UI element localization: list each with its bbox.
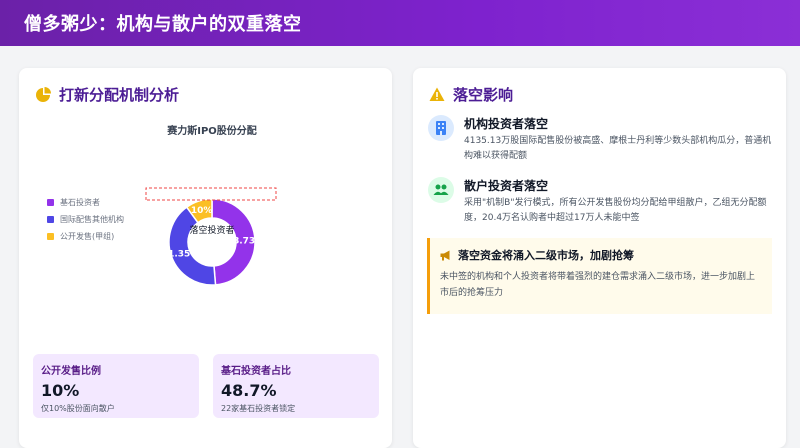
megaphone-icon [440, 250, 450, 260]
donut-data-label-2: 10% [191, 206, 213, 216]
stat-cornerstone: 基石投资者占比 48.7% 22家基石投资者锁定 [213, 354, 379, 418]
donut-data-label-1: 41.35% [162, 250, 200, 260]
warning-icon [429, 87, 445, 101]
impact-item-text: 采用"机制B"发行模式，所有公开发售股份均分配给甲组散户，乙组无分配额度，20.… [464, 198, 767, 223]
impact-card-title: 落空影响 [429, 84, 513, 105]
impact-item-institutional: 机构投资者落空 4135.13万股国际配售股份被高盛、摩根士丹利等少数头部机构瓜… [428, 115, 778, 164]
legend-item[interactable]: 公开发售(甲组) [47, 228, 124, 245]
building-icon [428, 115, 454, 141]
impact-item-text: 4135.13万股国际配售股份被高盛、摩根士丹利等少数头部机构瓜分，普通机构难以… [464, 136, 772, 161]
impact-card: 落空影响 机构投资者落空 4135.13万股国际配售股份被高盛、摩根士丹利等少数… [413, 68, 786, 448]
stat-label: 公开发售比例 [41, 366, 101, 377]
impact-card-title-text: 落空影响 [453, 86, 514, 104]
impact-item-title: 机构投资者落空 [464, 117, 549, 131]
impact-item-retail: 散户投资者落空 采用"机制B"发行模式，所有公开发售股份均分配给甲组散户，乙组无… [428, 177, 778, 226]
stat-public-offering: 公开发售比例 10% 仅10%股份面向散户 [33, 354, 199, 418]
stat-label: 基石投资者占比 [221, 366, 291, 377]
users-icon [428, 177, 454, 203]
page-title: 僧多粥少：机构与散户的双重落空 [24, 14, 302, 35]
impact-item-title: 散户投资者落空 [464, 179, 549, 193]
alert-title: 落空资金将涌入二级市场，加剧抢筹 [440, 247, 762, 263]
legend-item[interactable]: 国际配售其他机构 [47, 211, 124, 228]
page-header: 僧多粥少：机构与散户的双重落空 [0, 0, 800, 46]
allocation-card-title: 打新分配机制分析 [35, 84, 179, 105]
donut-center-label: 落空投资者 [189, 224, 234, 236]
alert-text: 未中签的机构和个人投资者将带着强烈的建仓需求涌入二级市场，进一步加剧上市后的抢筹… [440, 272, 756, 298]
stat-value: 48.7% [221, 381, 277, 400]
donut-data-label-0: 48.73% [227, 237, 265, 247]
stat-desc: 22家基石投资者锁定 [221, 404, 296, 413]
stat-value: 10% [41, 381, 80, 400]
stat-desc: 仅10%股份面向散户 [41, 404, 115, 413]
legend-label: 公开发售(甲组) [60, 232, 115, 241]
callout-bracket [145, 187, 277, 201]
pie-chart-icon [36, 86, 51, 102]
legend-swatch [47, 199, 54, 206]
legend-item[interactable]: 基石投资者 [47, 194, 124, 211]
impact-alert: 落空资金将涌入二级市场，加剧抢筹 未中签的机构和个人投资者将带着强烈的建仓需求涌… [427, 238, 772, 314]
legend-label: 基石投资者 [60, 198, 100, 207]
alert-title-text: 落空资金将涌入二级市场，加剧抢筹 [458, 249, 634, 262]
legend-swatch [47, 233, 54, 240]
allocation-card: 打新分配机制分析 赛力斯IPO股份分配 48.73% 41.35% 10% 落空投资者… [19, 68, 392, 448]
legend-swatch [47, 216, 54, 223]
allocation-card-title-text: 打新分配机制分析 [59, 86, 180, 104]
chart-legend: 基石投资者国际配售其他机构 公开发售(甲组) [47, 194, 124, 245]
legend-label: 国际配售其他机构 [60, 215, 124, 224]
chart-title: 赛力斯IPO股份分配 [167, 126, 257, 137]
allocation-donut-chart: 48.73% 41.35% 10% 落空投资者 [145, 187, 277, 286]
